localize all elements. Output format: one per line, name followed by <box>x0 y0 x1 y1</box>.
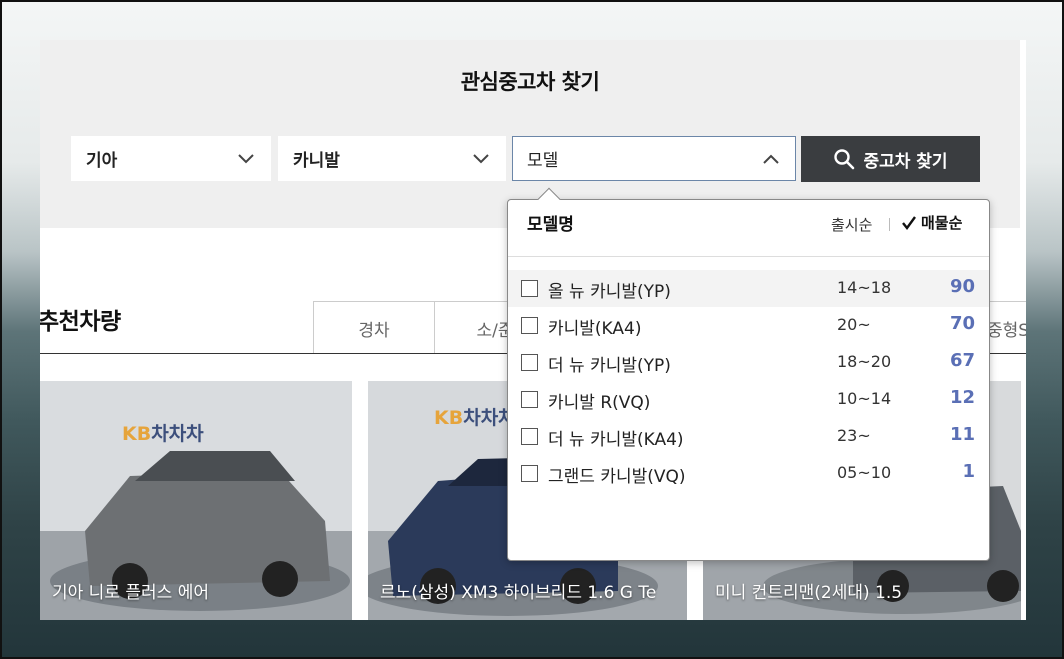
model-count: 67 <box>949 350 975 371</box>
model-name: 그랜드 카니발(VQ) <box>548 467 686 487</box>
model-select[interactable]: 모델 <box>512 136 796 181</box>
model-checkbox[interactable] <box>521 317 538 334</box>
model-checkbox[interactable] <box>521 391 538 408</box>
car-card-caption: 미니 컨트리맨(2세대) 1.5 <box>715 583 903 603</box>
tab-light-car[interactable]: 경차 <box>313 301 435 354</box>
model-name: 올 뉴 카니발(YP) <box>548 282 671 302</box>
model-option[interactable]: 그랜드 카니발(VQ) 05~10 1 <box>508 455 989 492</box>
chevron-down-icon <box>238 153 254 163</box>
browser-viewport: 관심중고차 찾기 기아 카니발 모델 중고차 찾기 추천차량 경차 소/준 중형… <box>0 0 1064 659</box>
model-checkbox[interactable] <box>521 280 538 297</box>
chevron-up-icon <box>763 154 779 164</box>
kb-chachacha-logo: KB차차차 <box>434 407 516 429</box>
chevron-down-icon <box>473 153 489 163</box>
model-option[interactable]: 카니발(KA4) 20~ 70 <box>508 307 989 344</box>
model-years: 05~10 <box>837 463 892 482</box>
find-car-button[interactable]: 중고차 찾기 <box>801 136 980 182</box>
sort-by-count-label: 매물순 <box>921 214 963 232</box>
model-checkbox[interactable] <box>521 428 538 445</box>
checkmark-icon <box>902 215 916 230</box>
model-years: 18~20 <box>837 352 892 371</box>
model-name: 더 뉴 카니발(KA4) <box>548 430 684 450</box>
model-checkbox[interactable] <box>521 465 538 482</box>
model-count: 90 <box>949 276 975 297</box>
model-name: 더 뉴 카니발(YP) <box>548 356 671 376</box>
model-checkbox[interactable] <box>521 354 538 371</box>
model-years: 23~ <box>837 426 871 445</box>
dropdown-header-title: 모델명 <box>527 215 574 235</box>
model-group-select[interactable]: 카니발 <box>278 136 506 181</box>
model-option[interactable]: 카니발 R(VQ) 10~14 12 <box>508 381 989 418</box>
car-card-1[interactable]: KB차차차 기아 니로 플러스 에어 <box>40 381 352 620</box>
maker-select[interactable]: 기아 <box>71 136 271 181</box>
model-count: 11 <box>949 424 975 445</box>
car-card-caption: 기아 니로 플러스 에어 <box>52 583 209 603</box>
model-select-value: 모델 <box>527 151 559 171</box>
maker-select-value: 기아 <box>86 151 118 171</box>
model-name: 카니발(KA4) <box>548 319 642 339</box>
model-option[interactable]: 올 뉴 카니발(YP) 14~18 90 <box>508 270 989 307</box>
model-option[interactable]: 더 뉴 카니발(YP) 18~20 67 <box>508 344 989 381</box>
kb-chachacha-logo: KB차차차 <box>122 423 204 445</box>
dropdown-header: 모델명 출시순 매물순 <box>508 200 989 257</box>
model-years: 14~18 <box>837 278 892 297</box>
find-car-button-label: 중고차 찾기 <box>863 151 948 172</box>
model-dropdown: 모델명 출시순 매물순 올 뉴 카니발(YP) 14~18 90 카니발(KA4… <box>507 187 990 561</box>
model-count: 12 <box>949 387 975 408</box>
car-card-caption: 르노(삼성) XM3 하이브리드 1.6 G Te <box>380 583 657 603</box>
sort-by-release-button[interactable]: 출시순 <box>831 214 872 235</box>
model-count: 70 <box>949 313 975 334</box>
model-years: 10~14 <box>837 389 892 408</box>
model-count: 1 <box>962 461 975 482</box>
sort-divider <box>889 218 890 231</box>
model-option[interactable]: 더 뉴 카니발(KA4) 23~ 11 <box>508 418 989 455</box>
panel-title: 관심중고차 찾기 <box>460 70 600 94</box>
sort-by-count-button[interactable]: 매물순 <box>901 212 962 233</box>
recommended-title: 추천차량 <box>40 309 121 335</box>
model-name: 카니발 R(VQ) <box>548 393 651 413</box>
model-group-select-value: 카니발 <box>293 151 340 171</box>
search-icon <box>834 149 855 170</box>
model-years: 20~ <box>837 315 871 334</box>
